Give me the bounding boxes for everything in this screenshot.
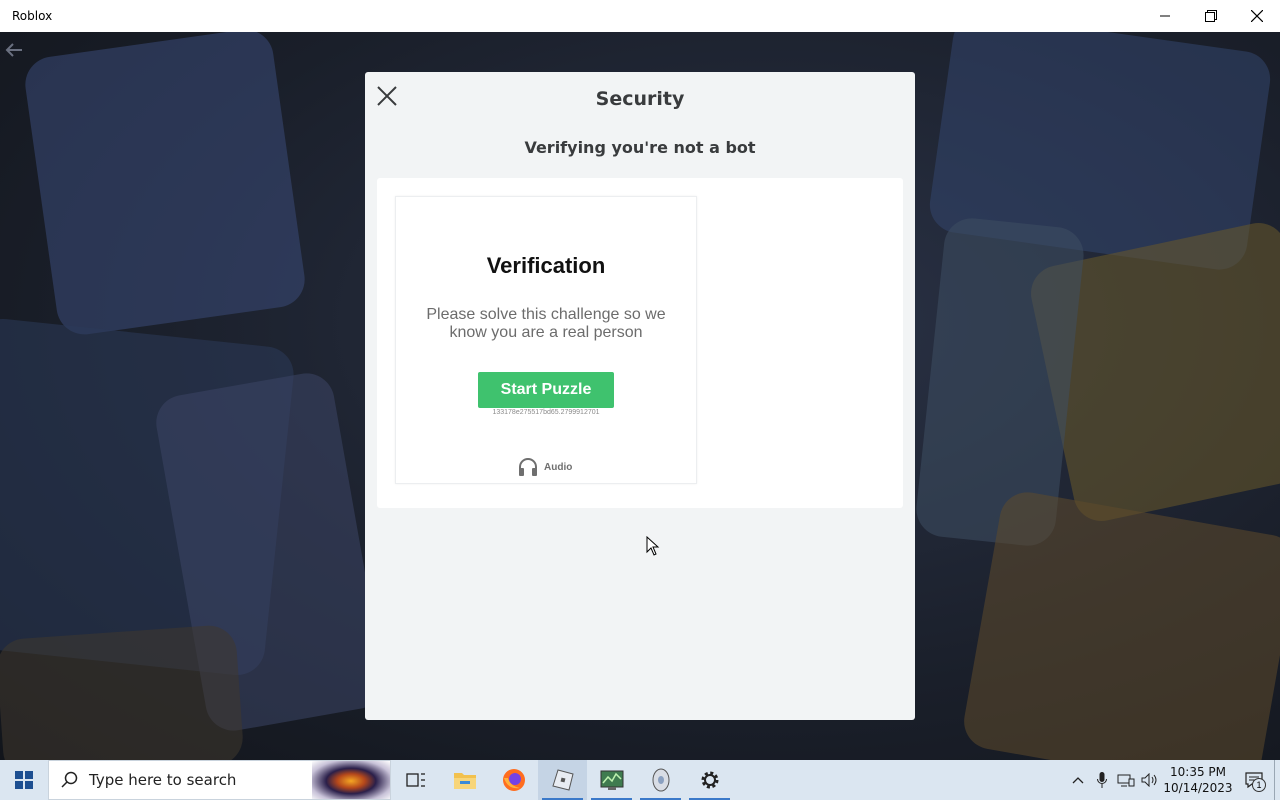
restore-icon xyxy=(1205,10,1217,22)
background-tile xyxy=(959,487,1280,760)
firefox-button[interactable] xyxy=(489,760,538,800)
system-tray: 10:35 PM 10/14/2023 1 xyxy=(1066,760,1280,800)
security-modal: Security Verifying you're not a bot Veri… xyxy=(365,72,915,720)
challenge-frame: Verification Please solve this challenge… xyxy=(377,178,903,508)
close-icon xyxy=(1251,10,1263,22)
headphones-icon xyxy=(519,458,537,476)
mouse-cursor-icon xyxy=(646,536,660,556)
close-window-button[interactable] xyxy=(1234,0,1280,32)
search-highlight-image xyxy=(312,761,390,799)
verification-card: Verification Please solve this challenge… xyxy=(395,196,697,484)
notification-count-badge: 1 xyxy=(1252,778,1266,792)
settings-icon xyxy=(701,771,718,789)
modal-title: Security xyxy=(595,88,685,110)
restore-button[interactable] xyxy=(1188,0,1234,32)
disk-app-button[interactable] xyxy=(636,760,685,800)
audio-label: Audio xyxy=(544,461,573,473)
chevron-up-icon xyxy=(1072,777,1084,784)
volume-icon xyxy=(1141,773,1157,787)
verification-title: Verification xyxy=(486,253,606,278)
search-placeholder: Type here to search xyxy=(89,771,237,789)
task-view-button[interactable] xyxy=(391,760,440,800)
roblox-icon xyxy=(551,769,574,791)
network-tray-button[interactable] xyxy=(1114,760,1138,800)
window-title: Roblox xyxy=(12,9,53,23)
audio-challenge-button[interactable]: Audio xyxy=(518,457,572,477)
window-title-bar: Roblox xyxy=(0,0,1280,32)
start-button[interactable] xyxy=(0,760,48,800)
background-tile xyxy=(21,32,309,339)
task-manager-button[interactable] xyxy=(587,760,636,800)
roblox-taskbar-button[interactable] xyxy=(538,760,587,800)
show-desktop-button[interactable] xyxy=(1274,760,1280,800)
taskbar-search[interactable]: Type here to search xyxy=(48,760,391,800)
network-icon xyxy=(1117,774,1135,787)
microphone-icon xyxy=(1097,772,1107,788)
minimize-button[interactable] xyxy=(1142,0,1188,32)
back-arrow-icon[interactable] xyxy=(2,38,26,62)
settings-button[interactable] xyxy=(685,760,734,800)
search-icon xyxy=(61,771,78,788)
windows-logo-icon xyxy=(15,771,33,789)
microphone-tray-button[interactable] xyxy=(1090,760,1114,800)
firefox-icon xyxy=(502,769,525,791)
session-id-text: 133178e275517bd65.2799912701 xyxy=(492,409,600,416)
verification-description: Please solve this challenge so we know y… xyxy=(426,306,666,341)
clock-date: 10/14/2023 xyxy=(1163,781,1233,795)
taskbar: Type here to search 10:35 PM 10/14/2023 … xyxy=(0,760,1280,800)
action-center-button[interactable]: 1 xyxy=(1234,760,1274,800)
volume-tray-button[interactable] xyxy=(1138,760,1162,800)
background-tile xyxy=(0,623,245,760)
clock-time: 10:35 PM xyxy=(1170,765,1226,779)
start-puzzle-button[interactable]: Start Puzzle xyxy=(478,372,614,408)
task-view-icon xyxy=(405,773,425,787)
file-explorer-button[interactable] xyxy=(440,760,489,800)
taskbar-clock[interactable]: 10:35 PM 10/14/2023 xyxy=(1162,764,1234,796)
show-hidden-icons-button[interactable] xyxy=(1066,760,1090,800)
minimize-icon xyxy=(1160,15,1170,17)
task-manager-icon xyxy=(600,770,623,790)
modal-subtitle: Verifying you're not a bot xyxy=(524,138,756,157)
disk-icon xyxy=(652,768,669,792)
file-explorer-icon xyxy=(453,773,476,789)
